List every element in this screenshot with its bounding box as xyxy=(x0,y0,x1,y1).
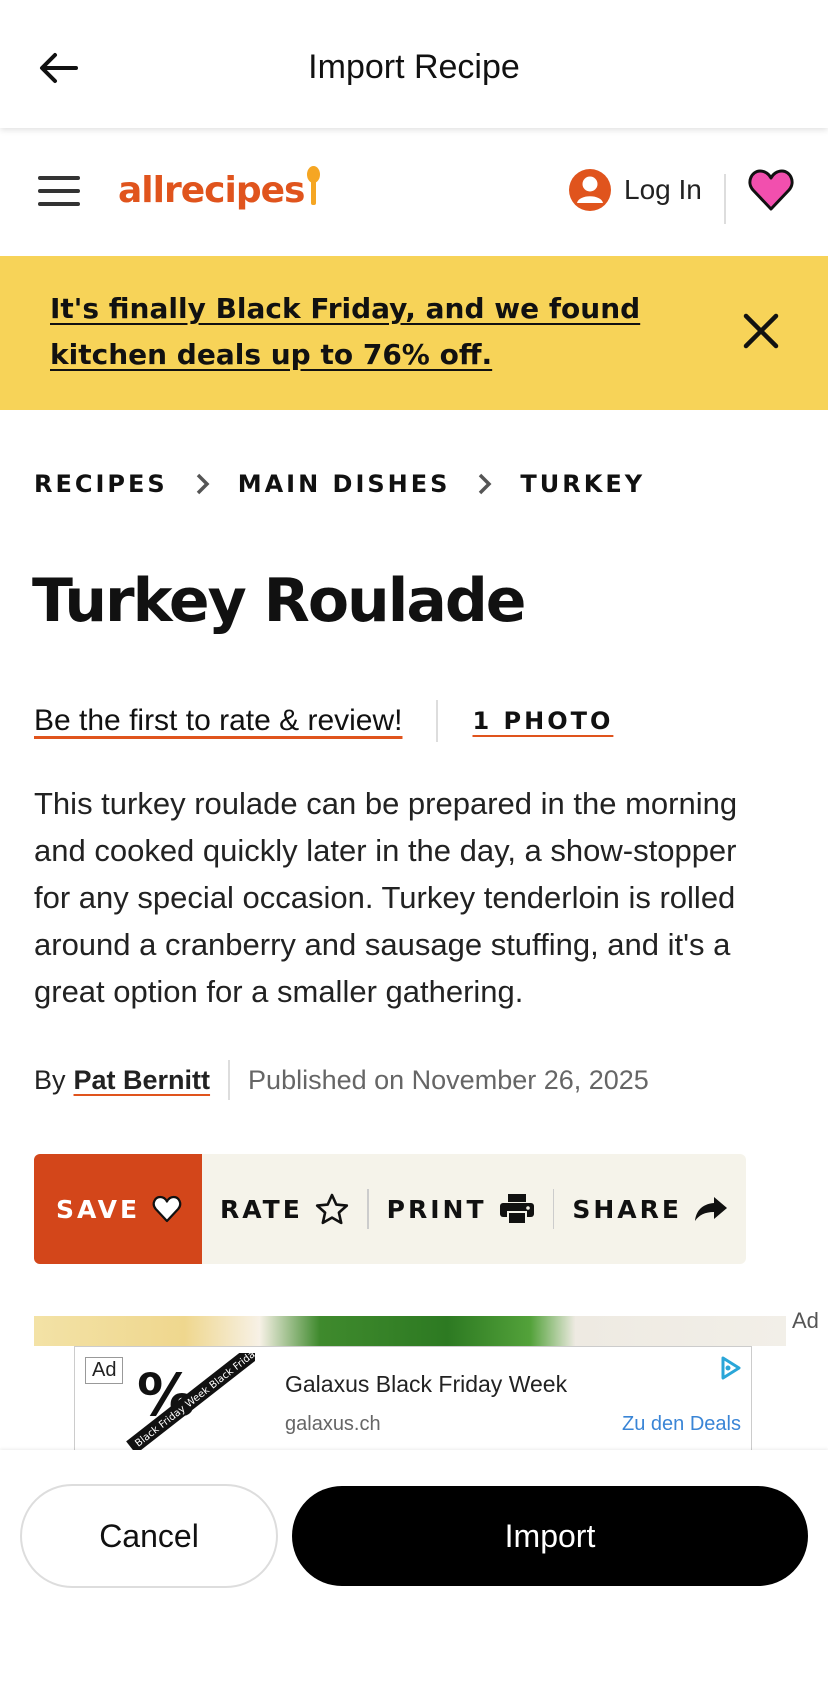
ad-title[interactable]: Galaxus Black Friday Week xyxy=(285,1371,567,1398)
share-arrow-icon xyxy=(694,1197,727,1221)
breadcrumb: RECIPES MAIN DISHES TURKEY xyxy=(34,470,645,498)
login-label: Log In xyxy=(624,174,702,205)
import-button[interactable]: Import xyxy=(292,1486,808,1586)
bottom-action-bar: Cancel Import xyxy=(0,1450,828,1703)
published-date: Published on November 26, 2025 xyxy=(248,1064,649,1095)
header-divider xyxy=(724,174,726,224)
heart-outline-icon xyxy=(152,1195,182,1223)
rate-label: RATE xyxy=(220,1194,303,1224)
recipe-image xyxy=(34,1316,786,1346)
favorites-button[interactable] xyxy=(748,168,796,216)
user-icon xyxy=(569,169,611,211)
chevron-right-icon xyxy=(196,473,210,495)
close-icon xyxy=(743,313,779,349)
site-header: allrecipes Log In xyxy=(0,128,828,256)
byline: By Pat Bernitt Published on November 26,… xyxy=(34,1060,649,1100)
hamburger-menu-icon[interactable] xyxy=(38,176,80,210)
rating-divider xyxy=(436,700,439,742)
byline-divider xyxy=(228,1060,231,1100)
ad-graphic: % Black Friday Week Black Friday Wee xyxy=(126,1353,255,1450)
ad-label: Ad xyxy=(792,1308,819,1333)
recipe-description: This turkey roulade can be prepared in t… xyxy=(34,786,738,1009)
recipe-action-bar: SAVE RATE PRINT SHARE xyxy=(34,1154,746,1264)
breadcrumb-main-dishes[interactable]: MAIN DISHES xyxy=(238,470,451,498)
photo-count-link[interactable]: 1 PHOTO xyxy=(472,707,613,735)
promo-link[interactable]: It's finally Black Friday, and we found … xyxy=(50,286,650,378)
promo-banner: It's finally Black Friday, and we found … xyxy=(0,256,828,410)
recipe-title: Turkey Roulade xyxy=(32,566,526,636)
chevron-right-icon xyxy=(479,473,492,495)
ad-cta-link[interactable]: Zu den Deals xyxy=(622,1413,741,1436)
rate-review-link[interactable]: Be the first to rate & review! xyxy=(34,704,402,738)
star-outline-icon xyxy=(315,1193,348,1225)
breadcrumb-recipes[interactable]: RECIPES xyxy=(34,470,168,498)
ad-card[interactable]: Ad % Black Friday Week Black Friday Wee … xyxy=(74,1346,752,1450)
spoon-icon xyxy=(306,166,321,206)
print-button[interactable]: PRINT xyxy=(369,1154,553,1264)
app-title: Import Recipe xyxy=(308,48,520,86)
cancel-button[interactable]: Cancel xyxy=(20,1484,278,1588)
heart-icon xyxy=(748,169,794,211)
print-label: PRINT xyxy=(386,1194,487,1224)
login-button[interactable]: Log In xyxy=(568,168,702,212)
close-banner-button[interactable] xyxy=(738,308,784,354)
rate-button[interactable]: RATE xyxy=(202,1154,367,1264)
share-label: SHARE xyxy=(572,1194,682,1224)
ad-domain: galaxus.ch xyxy=(285,1413,381,1435)
save-label: SAVE xyxy=(56,1194,141,1224)
author-link[interactable]: Pat Bernitt xyxy=(74,1065,211,1096)
printer-icon xyxy=(499,1194,534,1225)
rating-row: Be the first to rate & review! 1 PHOTO xyxy=(34,700,613,742)
save-button[interactable]: SAVE xyxy=(34,1154,202,1264)
breadcrumb-turkey[interactable]: TURKEY xyxy=(520,470,645,498)
app-bar: Import Recipe xyxy=(0,0,828,128)
by-label: By xyxy=(34,1064,66,1095)
site-logo[interactable]: allrecipes xyxy=(118,166,321,211)
adchoices-icon[interactable] xyxy=(715,1353,745,1383)
share-button[interactable]: SHARE xyxy=(554,1154,746,1264)
logo-text: allrecipes xyxy=(118,170,305,211)
